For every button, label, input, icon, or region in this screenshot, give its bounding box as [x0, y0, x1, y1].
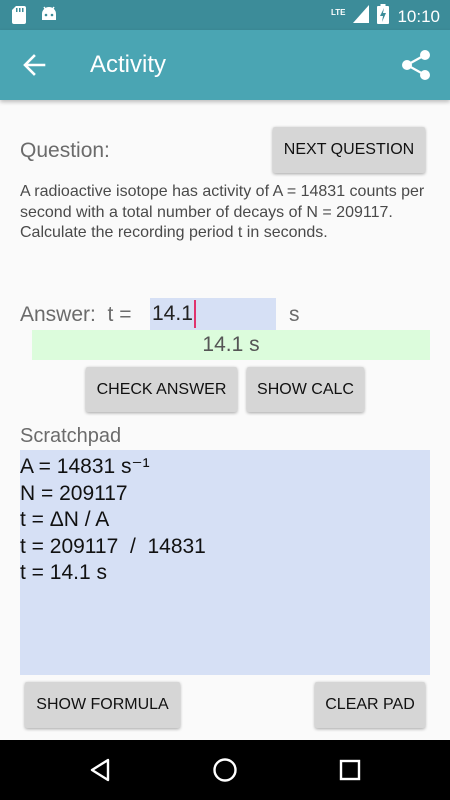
sd-card-icon — [12, 6, 26, 29]
scratchpad-line: N = 209117 — [20, 481, 128, 505]
text-cursor — [194, 300, 196, 328]
status-bar: LTE 10:10 — [0, 0, 450, 30]
answer-result: 14.1 s — [32, 330, 430, 360]
check-answer-button[interactable]: CHECK ANSWER — [86, 367, 237, 412]
nav-home-button[interactable] — [211, 756, 239, 784]
scratchpad-textarea[interactable]: A = 14831 s⁻¹ N = 209117 t = ΔN / A t = … — [20, 450, 430, 675]
status-time: 10:10 — [397, 6, 440, 26]
nav-recents-icon — [339, 759, 361, 781]
answer-label: Answer: t = — [20, 303, 132, 326]
signal-icon — [353, 5, 370, 28]
android-icon — [40, 6, 58, 29]
scratchpad-line: t = 209117 / 14831 — [20, 534, 206, 558]
answer-input[interactable] — [150, 298, 276, 330]
show-calc-button[interactable]: SHOW CALC — [247, 367, 364, 412]
scratchpad-label: Scratchpad — [20, 425, 122, 447]
navigation-bar — [0, 740, 450, 800]
network-type-label: LTE — [330, 8, 346, 17]
share-button[interactable] — [400, 49, 432, 81]
back-button[interactable] — [20, 52, 50, 78]
app-bar: Activity — [0, 30, 450, 100]
nav-home-icon — [213, 758, 237, 782]
question-label: Question: — [20, 139, 110, 162]
arrow-back-icon — [23, 54, 46, 76]
clear-pad-button[interactable]: CLEAR PAD — [315, 682, 425, 728]
question-text: A radioactive isotope has activity of A … — [20, 183, 425, 241]
nav-recents-button[interactable] — [336, 756, 364, 784]
scratchpad-line: t = 14.1 s — [20, 561, 107, 584]
page-title: Activity — [90, 51, 167, 78]
next-question-button[interactable]: NEXT QUESTION — [273, 127, 425, 173]
share-icon — [402, 50, 430, 80]
nav-back-button[interactable] — [86, 756, 114, 784]
answer-unit: s — [289, 303, 300, 326]
show-formula-button[interactable]: SHOW FORMULA — [25, 682, 180, 728]
scratchpad-line: A = 14831 s⁻¹ — [20, 455, 150, 478]
battery-charging-icon — [377, 4, 390, 29]
scratchpad-line: t = ΔN / A — [20, 508, 110, 531]
nav-back-icon — [90, 758, 110, 782]
